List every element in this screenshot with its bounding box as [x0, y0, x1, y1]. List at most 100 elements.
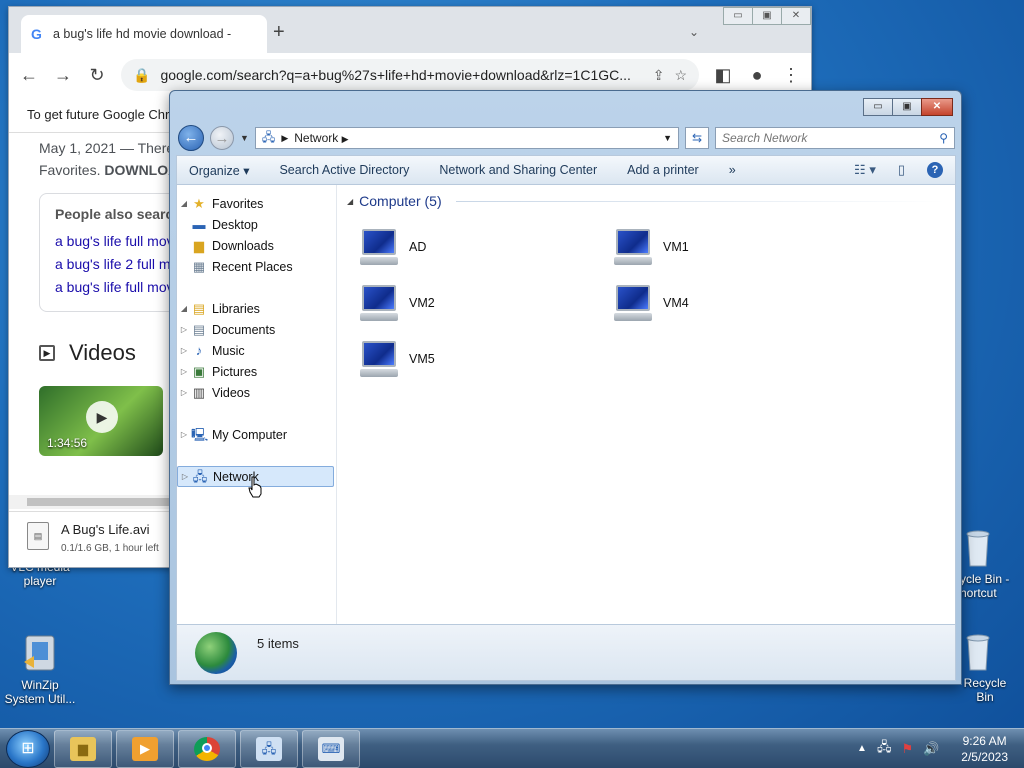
forward-arrow-icon[interactable]: →: [210, 126, 234, 150]
file-icon: ▤: [27, 522, 49, 550]
computer-item-vm4[interactable]: VM4: [611, 275, 865, 331]
explorer-address-row: ← → ▼ 🖧 ▶ Network ▶ ▼ ⇆ ⚲: [178, 125, 955, 151]
lock-icon[interactable]: 🔒: [133, 67, 150, 84]
back-arrow-icon[interactable]: ←: [178, 125, 204, 151]
expand-arrow-icon[interactable]: ▷: [178, 472, 192, 481]
media-player-icon: ▶: [132, 736, 158, 761]
nav-favorites[interactable]: ◢ ★ Favorites: [177, 193, 336, 214]
taskbar: ⊞ ▆ ▶ 🖧 ⌨ ▲ 🖧 ⚑ 🔊 9:26 AM 2/5/2023: [0, 728, 1024, 768]
tab-search-chevron-icon[interactable]: ⌄: [689, 25, 699, 39]
video-duration: 1:34:56: [47, 436, 88, 450]
volume-icon[interactable]: 🔊: [923, 741, 939, 757]
video-thumbnail[interactable]: ▶ 1:34:56: [39, 386, 163, 456]
search-active-directory-button[interactable]: Search Active Directory: [279, 163, 409, 177]
taskbar-media-player[interactable]: ▶: [116, 729, 174, 768]
star-icon: ★: [193, 195, 205, 211]
minimize-button[interactable]: ▭: [863, 98, 893, 116]
start-button[interactable]: ⊞: [6, 729, 50, 768]
monitor-icon: [357, 227, 401, 267]
collapse-group-arrow-icon[interactable]: ◢: [347, 197, 353, 206]
new-tab-icon[interactable]: +: [273, 21, 285, 44]
nav-my-computer[interactable]: ▷ 🖳 My Computer: [177, 424, 336, 445]
nav-desktop[interactable]: ▬ Desktop: [177, 214, 336, 235]
preview-pane-icon[interactable]: ▯: [898, 162, 905, 178]
forward-arrow-icon[interactable]: →: [53, 65, 73, 86]
collapse-arrow-icon[interactable]: ◢: [177, 304, 191, 313]
search-box[interactable]: ⚲: [715, 127, 955, 149]
expand-arrow-icon[interactable]: ▷: [177, 346, 191, 355]
search-input[interactable]: [722, 131, 940, 145]
group-header-computer[interactable]: ◢ Computer (5): [347, 193, 945, 209]
play-icon[interactable]: ▶: [86, 401, 118, 433]
close-button[interactable]: ✕: [781, 7, 811, 25]
url-text[interactable]: google.com/search?q=a+bug%27s+life+hd+mo…: [160, 67, 642, 83]
breadcrumb-network[interactable]: Network ▶: [294, 131, 657, 145]
close-button[interactable]: ✕: [921, 98, 953, 116]
explorer-window-controls: ▭ ▣ ✕: [863, 98, 953, 116]
profile-avatar-icon[interactable]: ●: [747, 65, 767, 86]
desktop-icon-winzip[interactable]: WinZip System Util...: [0, 632, 80, 706]
computer-item-vm5[interactable]: VM5: [357, 331, 611, 387]
share-icon[interactable]: ⇪: [653, 67, 665, 84]
maximize-button[interactable]: ▣: [892, 98, 922, 116]
taskbar-rdp[interactable]: ⌨: [302, 729, 360, 768]
video-play-icon: ▶: [39, 345, 55, 361]
search-icon[interactable]: ⚲: [939, 131, 948, 145]
music-icon: ♪: [195, 342, 203, 358]
group-divider: [455, 200, 945, 202]
chrome-tab-active[interactable]: G a bug's life hd movie download -: [21, 15, 267, 53]
address-history-chevron-icon[interactable]: ▼: [663, 133, 672, 143]
nav-music[interactable]: ▷ ♪ Music: [177, 340, 336, 361]
change-view-icon[interactable]: ☷ ▾: [854, 162, 876, 178]
taskbar-chrome[interactable]: [178, 729, 236, 768]
documents-icon: ▤: [192, 321, 206, 337]
expand-arrow-icon[interactable]: ▷: [177, 388, 191, 397]
organize-menu[interactable]: Organize ▾: [189, 163, 249, 178]
maximize-button[interactable]: ▣: [752, 7, 782, 25]
system-clock[interactable]: 9:26 AM 2/5/2023: [961, 733, 1008, 765]
show-hidden-icons-icon[interactable]: ▲: [857, 743, 867, 754]
address-bar[interactable]: 🔒 google.com/search?q=a+bug%27s+life+hd+…: [121, 59, 699, 91]
action-center-flag-icon[interactable]: ⚑: [901, 741, 913, 757]
breadcrumb-separator-icon[interactable]: ▶: [281, 133, 288, 144]
collapse-arrow-icon[interactable]: ◢: [177, 199, 191, 208]
scrollbar-thumb[interactable]: [27, 498, 177, 506]
pictures-icon: ▣: [192, 363, 206, 379]
side-panel-icon[interactable]: ◧: [713, 65, 733, 86]
nav-libraries[interactable]: ◢ ▤ Libraries: [177, 298, 336, 319]
help-icon[interactable]: ?: [927, 162, 943, 178]
recent-pages-chevron-icon[interactable]: ▼: [240, 133, 249, 143]
network-sharing-center-button[interactable]: Network and Sharing Center: [439, 163, 597, 177]
menu-kebab-icon[interactable]: ⋮: [781, 65, 801, 86]
computer-item-vm1[interactable]: VM1: [611, 219, 865, 275]
bookmark-star-icon[interactable]: ☆: [674, 67, 687, 84]
back-arrow-icon[interactable]: ←: [19, 65, 39, 86]
recent-places-icon: ▦: [192, 258, 206, 274]
more-commands-button[interactable]: »: [729, 163, 736, 177]
network-icon: 🖧: [192, 468, 208, 484]
nav-videos[interactable]: ▷ ▥ Videos: [177, 382, 336, 403]
minimize-button[interactable]: ▭: [723, 7, 753, 25]
nav-pictures[interactable]: ▷ ▣ Pictures: [177, 361, 336, 382]
nav-downloads[interactable]: ▆ Downloads: [177, 235, 336, 256]
computer-icon: 🖳: [191, 426, 209, 442]
add-printer-button[interactable]: Add a printer: [627, 163, 699, 177]
reload-icon[interactable]: ↻: [87, 65, 107, 86]
network-window-icon: 🖧: [256, 736, 282, 761]
download-filename: A Bug's Life.avi: [61, 522, 150, 537]
expand-arrow-icon[interactable]: ▷: [177, 367, 191, 376]
folder-icon: ▆: [70, 736, 96, 761]
expand-arrow-icon[interactable]: ▷: [177, 325, 191, 334]
refresh-icon[interactable]: ⇆: [685, 127, 709, 149]
expand-arrow-icon[interactable]: ▷: [177, 430, 191, 439]
network-status-icon[interactable]: 🖧: [877, 738, 892, 760]
address-breadcrumb[interactable]: 🖧 ▶ Network ▶ ▼: [254, 127, 679, 149]
taskbar-network-window[interactable]: 🖧: [240, 729, 298, 768]
nav-documents[interactable]: ▷ ▤ Documents: [177, 319, 336, 340]
nav-recent-places[interactable]: ▦ Recent Places: [177, 256, 336, 277]
computer-item-ad[interactable]: AD: [357, 219, 611, 275]
explorer-body: ◢ ★ Favorites ▬ Desktop ▆ Downloads ▦ Recent …: [176, 185, 956, 625]
taskbar-explorer[interactable]: ▆: [54, 729, 112, 768]
computer-item-vm2[interactable]: VM2: [357, 275, 611, 331]
computer-label: VM1: [663, 240, 689, 254]
